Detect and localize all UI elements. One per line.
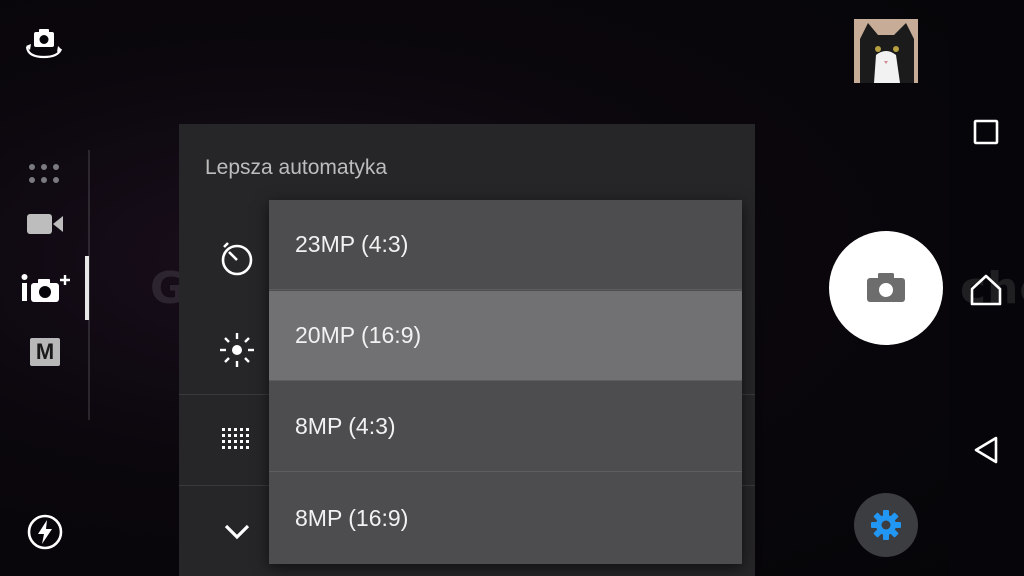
resolution-option-label: 8MP (4:3) — [295, 413, 396, 439]
resolution-grid-icon[interactable] — [217, 420, 257, 460]
panel-title: Lepsza automatyka — [205, 156, 388, 179]
brightness-icon[interactable] — [217, 330, 257, 370]
superior-auto-icon[interactable] — [18, 270, 76, 308]
home-icon[interactable] — [968, 272, 1004, 308]
resolution-option[interactable]: 8MP (4:3) — [269, 382, 742, 472]
gear-icon — [868, 507, 904, 543]
camera-icon — [866, 270, 906, 304]
video-mode-icon[interactable] — [24, 208, 66, 240]
camera-modes-grid-icon[interactable] — [26, 161, 62, 187]
last-photo-thumbnail[interactable] — [854, 19, 918, 83]
resolution-option[interactable]: 8MP (16:9) — [269, 473, 742, 563]
navigation-bar — [950, 0, 1024, 576]
switch-camera-icon[interactable] — [20, 24, 68, 64]
back-icon[interactable] — [970, 434, 1002, 466]
resolution-option[interactable]: 23MP (4:3) — [269, 200, 742, 290]
recents-icon[interactable] — [970, 116, 1002, 148]
resolution-option-label: 8MP (16:9) — [295, 504, 409, 531]
left-rail: M — [0, 0, 90, 576]
resolution-option-label: 23MP (4:3) — [295, 231, 409, 257]
shutter-button[interactable] — [829, 231, 943, 345]
resolution-option-label: 20MP (16:9) — [295, 322, 422, 348]
settings-button[interactable] — [854, 493, 918, 557]
manual-mode-icon[interactable]: M — [30, 338, 60, 366]
active-mode-indicator — [85, 256, 89, 320]
resolution-dropdown: 23MP (4:3) 20MP (16:9) 8MP (4:3) 8MP (16… — [269, 200, 742, 564]
flash-auto-icon[interactable] — [24, 511, 66, 553]
chevron-down-icon[interactable] — [217, 512, 257, 552]
resolution-option-selected[interactable]: 20MP (16:9) — [269, 291, 742, 381]
manual-mode-label: M — [35, 339, 55, 364]
self-timer-icon[interactable] — [217, 238, 257, 278]
